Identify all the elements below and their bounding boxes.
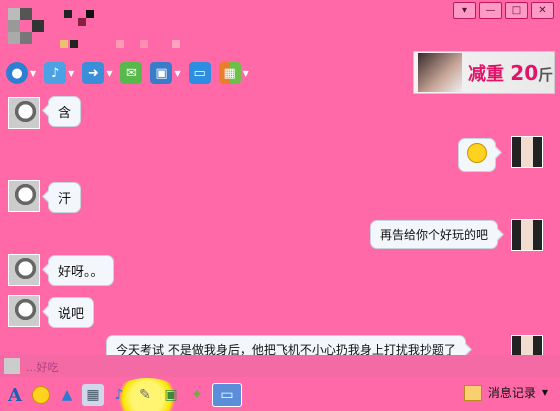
contact-signature	[60, 38, 190, 50]
chat-toolbar: ● ▼ ♪ ▼ ➜ ▼ ✉ ▣ ▼ ▭ ▦ ▼	[6, 58, 257, 88]
message-history-button[interactable]: 消息记录 ▼	[463, 384, 548, 401]
file-transfer-button[interactable]: ➜ ▼	[82, 62, 112, 84]
remote-assist-icon: ▣	[150, 62, 173, 84]
message-history-label: 消息记录	[487, 386, 536, 400]
handwrite-icon[interactable]: ✎	[134, 384, 156, 406]
nudge-icon[interactable]: ▲	[56, 384, 78, 406]
maximize-button[interactable]: □	[505, 2, 528, 19]
message-bubble: 汗	[48, 182, 82, 213]
emoji-icon	[467, 143, 487, 163]
video-call-button[interactable]: ● ▼	[6, 62, 36, 84]
message-bubble: 说吧	[48, 297, 95, 328]
contact-avatar[interactable]	[8, 8, 58, 52]
message-bubble: 再告给你个好玩的吧	[370, 220, 499, 249]
friend-avatar[interactable]	[8, 295, 40, 327]
file-transfer-icon: ➜	[82, 62, 105, 84]
input-preview-text: ...好吃	[26, 361, 59, 374]
chat-window: ▾ — □ ✕ ● ▼ ♪ ▼ ➜ ▼ ✉ ▣ ▼ ▭ ▦ ▼ 减重 20斤 含…	[0, 0, 560, 411]
font-icon[interactable]: A	[4, 384, 26, 406]
remote-assist-button[interactable]: ▣ ▼	[150, 62, 181, 84]
gift-icon[interactable]: ✦	[186, 384, 208, 406]
ad-text: 减重 20斤	[468, 60, 554, 85]
apps-icon: ▦	[218, 62, 241, 84]
tool-icon[interactable]: ▭	[212, 383, 242, 407]
voice-message-icon[interactable]: ♪	[108, 384, 130, 406]
close-button[interactable]: ✕	[531, 2, 554, 19]
message-bubble: 好呀。。	[48, 255, 114, 286]
message-bubble: 含	[48, 96, 82, 127]
friend-avatar[interactable]	[8, 180, 40, 212]
sms-icon: ✉	[120, 62, 143, 84]
screenshot-icon[interactable]: ▣	[160, 384, 182, 406]
share-screen-button[interactable]: ▭	[188, 62, 211, 84]
message-bubble	[458, 138, 496, 172]
friend-avatar[interactable]	[8, 254, 40, 286]
apps-button[interactable]: ▦ ▼	[218, 62, 249, 84]
sms-button[interactable]: ✉	[120, 62, 143, 84]
message-area[interactable]: 含 汗 再告给你个好玩的吧 好呀。。 说吧 今天考试 不是做我身后，他把飞机不小…	[0, 92, 560, 367]
contact-name	[64, 8, 104, 26]
voice-call-button[interactable]: ♪ ▼	[44, 62, 74, 84]
history-icon	[463, 384, 482, 401]
my-avatar[interactable]	[511, 219, 543, 251]
chevron-down-icon: ▼	[68, 68, 75, 78]
window-controls: ▾ — □ ✕	[453, 2, 554, 19]
ad-image	[418, 53, 462, 92]
image-icon[interactable]: ▦	[82, 384, 104, 406]
voice-call-icon: ♪	[44, 62, 67, 84]
ad-banner[interactable]: 减重 20斤	[413, 51, 555, 94]
smiley-icon[interactable]	[30, 384, 52, 406]
chevron-down-icon: ▼	[30, 68, 37, 78]
my-avatar[interactable]	[511, 136, 543, 168]
friend-avatar-small	[4, 358, 20, 374]
video-call-icon: ●	[6, 62, 28, 84]
chevron-down-icon: ▼	[174, 68, 181, 78]
share-screen-icon: ▭	[188, 62, 211, 84]
chevron-down-icon: ▼	[541, 388, 548, 397]
chevron-down-icon: ▼	[242, 68, 249, 78]
title-bar: ▾ — □ ✕	[0, 0, 560, 56]
input-preview-bar[interactable]: ...好吃	[0, 355, 560, 377]
friend-avatar[interactable]	[8, 97, 40, 129]
minimize-button[interactable]: —	[479, 2, 502, 19]
menu-button[interactable]: ▾	[453, 2, 476, 19]
chevron-down-icon: ▼	[106, 68, 113, 78]
